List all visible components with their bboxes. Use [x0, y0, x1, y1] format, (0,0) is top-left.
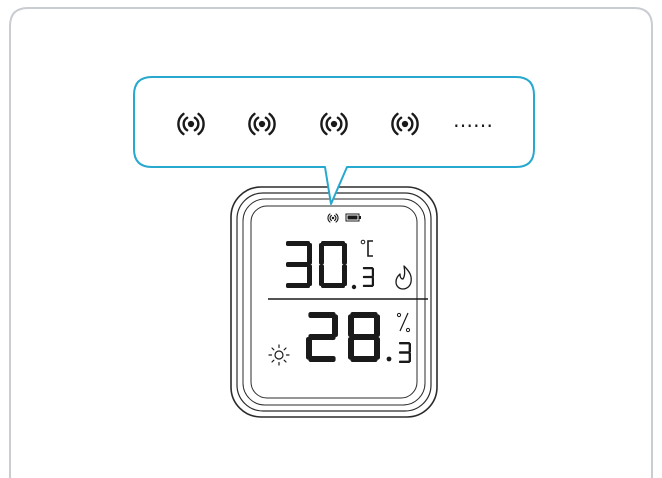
sensor-device — [230, 186, 438, 418]
humidity-decimal-point — [386, 356, 392, 362]
more-devices-dots: …… — [453, 108, 493, 132]
lcd-screen — [250, 205, 418, 399]
temperature-decimal-point — [351, 284, 357, 290]
illustration: …… — [0, 0, 662, 478]
callout-bubble — [133, 76, 535, 205]
